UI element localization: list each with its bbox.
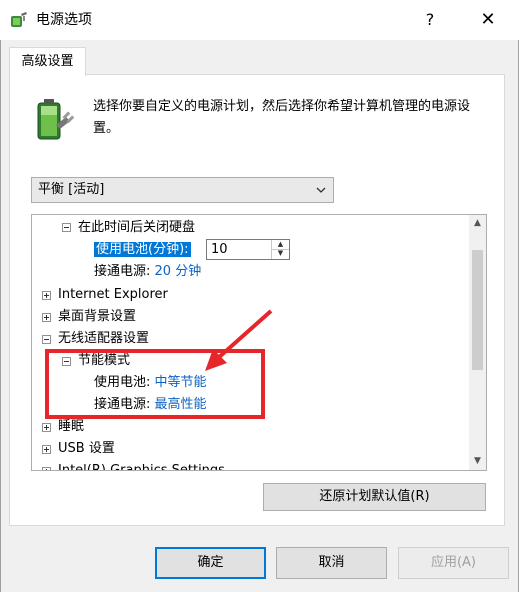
window-title: 电源选项 [36, 12, 92, 28]
expand-toggle[interactable] [42, 445, 51, 454]
tree-item-intel-graphics[interactable]: Intel(R) Graphics Settings [58, 460, 225, 470]
tree-scrollbar[interactable]: ▲ ▼ [469, 215, 486, 470]
help-button[interactable]: ? [414, 4, 446, 36]
power-plan-select[interactable]: 平衡 [活动] [31, 177, 334, 203]
power-plug-icon [11, 12, 27, 27]
collapse-toggle[interactable] [62, 223, 71, 232]
tree-item-wireless-adapter[interactable]: 无线适配器设置 [58, 328, 149, 350]
restore-defaults-button[interactable]: 还原计划默认值(R) [263, 483, 486, 511]
tree-item-hard-disk[interactable]: 在此时间后关闭硬盘 [78, 217, 195, 239]
collapse-toggle[interactable] [42, 335, 51, 344]
close-button[interactable]: ✕ [468, 4, 508, 36]
expand-toggle[interactable] [42, 467, 51, 470]
power-plan-value: 平衡 [活动] [38, 182, 105, 197]
chevron-down-icon [316, 187, 326, 193]
battery-minutes-stepper[interactable]: 10 ▲ ▼ [206, 239, 290, 260]
ok-button[interactable]: 确定 [155, 547, 266, 579]
tab-label: 高级设置 [21, 54, 74, 69]
tab-advanced-settings[interactable]: 高级设置 [9, 47, 86, 76]
frame-edge [0, 40, 1, 592]
tree-item-plugged-minutes[interactable]: 接通电源: 20 分钟 [94, 261, 201, 283]
battery-plug-icon [37, 99, 75, 140]
plugged-value[interactable]: 20 分钟 [155, 264, 202, 279]
scroll-thumb[interactable] [472, 250, 483, 370]
plugged-label: 接通电源: [94, 264, 151, 279]
expand-toggle[interactable] [42, 291, 51, 300]
apply-button[interactable]: 应用(A) [398, 547, 509, 579]
stepper-buttons: ▲ ▼ [271, 240, 289, 259]
annotation-arrow-icon [205, 309, 273, 371]
expand-toggle[interactable] [42, 423, 51, 432]
tree-item-battery-minutes[interactable]: 使用电池(分钟): [94, 239, 191, 261]
stepper-down-icon[interactable]: ▼ [272, 249, 289, 258]
battery-minutes-label: 使用电池(分钟): [94, 242, 191, 257]
description-text: 选择你要自定义的电源计划，然后选择你希望计算机管理的电源设置。 [93, 99, 471, 136]
scroll-up-icon[interactable]: ▲ [469, 215, 486, 232]
expand-toggle[interactable] [42, 313, 51, 322]
scroll-down-icon[interactable]: ▼ [469, 453, 486, 470]
tree-item-sleep[interactable]: 睡眠 [58, 416, 84, 438]
cancel-button[interactable]: 取消 [276, 547, 387, 579]
tree-item-internet-explorer[interactable]: Internet Explorer [58, 284, 168, 306]
battery-minutes-value: 10 [211, 242, 228, 257]
tree-item-usb[interactable]: USB 设置 [58, 438, 115, 460]
tree-item-desktop-background[interactable]: 桌面背景设置 [58, 306, 136, 328]
